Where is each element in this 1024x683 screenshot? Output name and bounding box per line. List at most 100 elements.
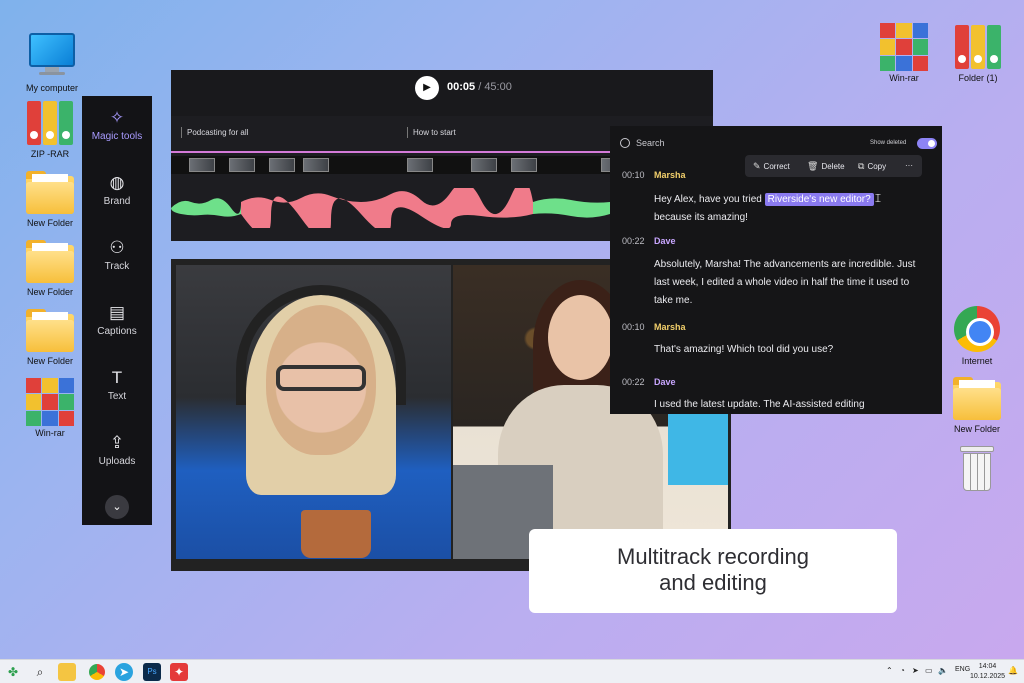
chevron-down-icon[interactable]: ⌄ bbox=[105, 495, 129, 519]
desktop-icon-label: Win-rar bbox=[35, 428, 65, 438]
telegram-tray-icon[interactable]: ➤ bbox=[912, 666, 919, 675]
transcript-text-part: Hey Alex, have you tried bbox=[654, 194, 762, 205]
chrome-icon[interactable] bbox=[88, 663, 106, 681]
desktop-icon-my-computer[interactable]: My computer bbox=[20, 29, 84, 94]
chrome-icon bbox=[953, 306, 1001, 354]
sidebar-item-captions[interactable]: ▤ Captions bbox=[82, 303, 152, 337]
folder-icon bbox=[26, 168, 74, 216]
speaker-name: Marsha bbox=[654, 170, 686, 180]
monitor-icon bbox=[28, 33, 76, 81]
sidebar-item-label: Brand bbox=[103, 196, 131, 207]
sidebar-item-magic-tools[interactable]: ✧ Magic tools bbox=[82, 108, 152, 142]
more-options-button[interactable]: ··· bbox=[905, 161, 913, 170]
desktop-icon-new-folder-1[interactable]: New Folder bbox=[18, 168, 82, 229]
transcript-text[interactable]: That's amazing! Which tool did you use? bbox=[654, 341, 924, 359]
play-icon: ▶ bbox=[423, 82, 431, 93]
timestamp[interactable]: 00:10 bbox=[622, 322, 645, 332]
notification-icon[interactable]: 🔔 bbox=[1008, 666, 1018, 675]
transcript-panel: Search Show deleted ✎ Correct 🗑 Delete ⧉ Co… bbox=[610, 126, 942, 414]
chevron-up-icon[interactable]: ⌃ bbox=[886, 666, 893, 675]
desktop-icon-folder-1[interactable]: Folder (1) bbox=[946, 23, 1010, 84]
video-thumbnail bbox=[189, 158, 215, 172]
current-time: 00:05 bbox=[447, 81, 476, 93]
language-indicator[interactable]: ENG bbox=[955, 666, 970, 673]
caption-line: Multitrack recording bbox=[617, 544, 809, 569]
section-label[interactable]: Podcasting for all bbox=[180, 127, 248, 138]
sidebar-item-text[interactable]: T Text bbox=[82, 368, 152, 402]
taskbar: ✤ ⌕ ➤ Ps ✦ ⌃ ◔ ➤ ▭ 🔈 ENG 14:04 10.12.202… bbox=[0, 659, 1024, 683]
video-thumbnail bbox=[511, 158, 537, 172]
clock-date: 10.12.2025 bbox=[970, 673, 1006, 680]
correct-label: Correct bbox=[763, 162, 790, 171]
desktop-icon-label: New Folder bbox=[26, 218, 73, 228]
file-explorer-icon[interactable] bbox=[58, 663, 76, 681]
sidebar-item-label: Track bbox=[104, 261, 130, 272]
desktop-icon-zip-rar[interactable]: ZIP -RAR bbox=[18, 99, 82, 160]
battery-icon[interactable]: ▭ bbox=[925, 666, 933, 675]
timestamp[interactable]: 00:22 bbox=[622, 236, 645, 246]
desktop-icon-win-rar-right[interactable]: Win-rar bbox=[872, 23, 936, 84]
timestamp[interactable]: 00:10 bbox=[622, 170, 645, 180]
transcript-text[interactable]: I used the latest update. The AI-assiste… bbox=[654, 396, 924, 414]
upload-icon: ⇪ bbox=[109, 433, 125, 452]
video-thumbnail bbox=[303, 158, 329, 172]
text-icon: T bbox=[111, 368, 123, 387]
desktop-icon-label: ZIP -RAR bbox=[30, 149, 70, 159]
transcript-text[interactable]: Absolutely, Marsha! The advancements are… bbox=[654, 256, 924, 310]
pencil-icon: ✎ bbox=[753, 161, 761, 171]
desktop-icon-new-folder-3[interactable]: New Folder bbox=[18, 306, 82, 367]
sidebar-item-track[interactable]: ⚇ Track bbox=[82, 238, 152, 272]
desktop-icon-label: New Folder bbox=[953, 424, 1000, 434]
sidebar-item-uploads[interactable]: ⇪ Uploads bbox=[82, 433, 152, 467]
highlighted-text[interactable]: Riverside's new editor? bbox=[764, 193, 874, 206]
timestamp[interactable]: 00:22 bbox=[622, 377, 645, 387]
search-placeholder: Search bbox=[636, 138, 665, 148]
photoshop-icon[interactable]: Ps bbox=[143, 663, 161, 681]
search-icon[interactable]: ⌕ bbox=[31, 663, 49, 681]
app-icon[interactable]: ✦ bbox=[170, 663, 188, 681]
folder-icon bbox=[26, 306, 74, 354]
desktop-icon-label: New Folder bbox=[26, 356, 73, 366]
track-divider bbox=[171, 151, 611, 153]
section-label[interactable]: How to start bbox=[407, 127, 456, 138]
playback-time: 00:05 / 45:00 bbox=[447, 81, 512, 93]
clock-time: 14:04 bbox=[978, 663, 997, 670]
desktop-icon-label: Folder (1) bbox=[958, 73, 998, 83]
player-controls: ▶ 00:05 / 45:00 bbox=[171, 70, 713, 116]
sidebar-item-label: Uploads bbox=[98, 456, 136, 467]
desktop-icon-win-rar[interactable]: Win-rar bbox=[18, 378, 82, 439]
transcript-text[interactable]: Hey Alex, have you tried Riverside's new… bbox=[654, 189, 924, 227]
sidebar-item-brand[interactable]: ◍ Brand bbox=[82, 173, 152, 207]
desktop-icon-new-folder-right[interactable]: New Folder bbox=[945, 374, 1009, 435]
delete-button[interactable]: 🗑 Delete bbox=[807, 161, 845, 172]
people-icon: ⚇ bbox=[109, 238, 125, 257]
text-edit-toolbar: ✎ Correct 🗑 Delete ⧉ Copy ··· bbox=[745, 155, 922, 177]
telegram-icon[interactable]: ➤ bbox=[115, 663, 133, 681]
desktop-icon-new-folder-2[interactable]: New Folder bbox=[18, 237, 82, 298]
video-thumbnail bbox=[407, 158, 433, 172]
trash-icon: 🗑 bbox=[807, 161, 819, 171]
desktop-icon-label: New Folder bbox=[26, 287, 73, 297]
show-deleted-toggle[interactable] bbox=[917, 138, 937, 149]
speaker-name: Dave bbox=[654, 236, 676, 246]
video-thumbnail bbox=[471, 158, 497, 172]
desktop-icon-recycle-bin[interactable] bbox=[945, 446, 1009, 496]
desktop-icon-internet[interactable]: Internet bbox=[945, 306, 1009, 367]
copy-label: Copy bbox=[867, 162, 887, 171]
transcript-text-part: because its amazing! bbox=[654, 212, 748, 223]
text-cursor-icon: 𝙸 bbox=[873, 191, 883, 205]
search-icon bbox=[620, 138, 630, 148]
start-icon[interactable]: ✤ bbox=[4, 663, 22, 681]
copy-button[interactable]: ⧉ Copy bbox=[858, 161, 886, 172]
tray-app-icon[interactable]: ◔ bbox=[900, 666, 905, 675]
folder-icon bbox=[953, 374, 1001, 422]
transcript-search[interactable]: Search bbox=[620, 138, 665, 148]
play-button[interactable]: ▶ bbox=[415, 76, 439, 100]
sparkles-icon: ✧ bbox=[109, 108, 125, 127]
volume-icon[interactable]: 🔈 bbox=[938, 666, 948, 675]
speaker-name: Marsha bbox=[654, 322, 686, 332]
clock[interactable]: 14:04 10.12.2025 bbox=[970, 662, 1005, 682]
correct-button[interactable]: ✎ Correct bbox=[753, 161, 790, 172]
folder-icon bbox=[26, 237, 74, 285]
video-thumbnail bbox=[269, 158, 295, 172]
